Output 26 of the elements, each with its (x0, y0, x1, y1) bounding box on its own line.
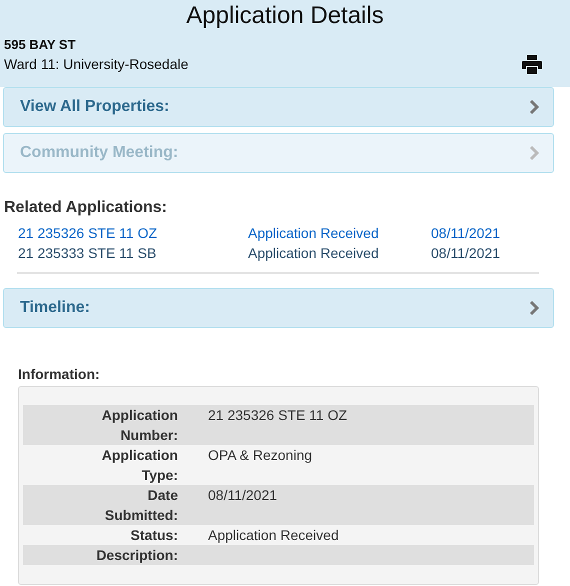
field-label: Status: (130, 526, 178, 545)
field-value: OPA & Rezoning (208, 446, 314, 465)
field-label: Date Submitted: (104, 486, 178, 525)
field-label: Application Type: (100, 446, 178, 485)
section-heading: Information: (18, 366, 101, 382)
section-toggle[interactable]: Timeline: (3, 288, 554, 328)
field-label: Application Number: (100, 406, 178, 445)
section-toggle[interactable]: View All Properties: (3, 87, 554, 127)
date-link[interactable]: 08/11/2021 (431, 243, 500, 263)
ward: Ward 11: University-Rosedale (4, 56, 188, 72)
date-link[interactable]: 08/11/2021 (431, 223, 500, 243)
field-value: 21 235326 STE 11 OZ (208, 406, 348, 425)
application-number-link[interactable]: 21 235333 STE 11 SB (18, 243, 156, 263)
chevron-right-icon (529, 146, 539, 160)
print-icon[interactable] (522, 55, 542, 74)
chevron-right-icon (529, 100, 539, 114)
status-link[interactable]: Application Received (248, 243, 379, 263)
page-title: Application Details (185, 2, 385, 30)
section-heading: Related Applications: (4, 199, 168, 217)
field-value: Application Received (208, 526, 340, 545)
address: 595 BAY ST (4, 37, 77, 52)
chevron-right-icon (529, 301, 539, 315)
status-link[interactable]: Application Received (248, 223, 379, 243)
field-label: Description: (95, 546, 178, 565)
application-number-link[interactable]: 21 235326 STE 11 OZ (18, 223, 158, 243)
field-value: 08/11/2021 (208, 486, 278, 505)
